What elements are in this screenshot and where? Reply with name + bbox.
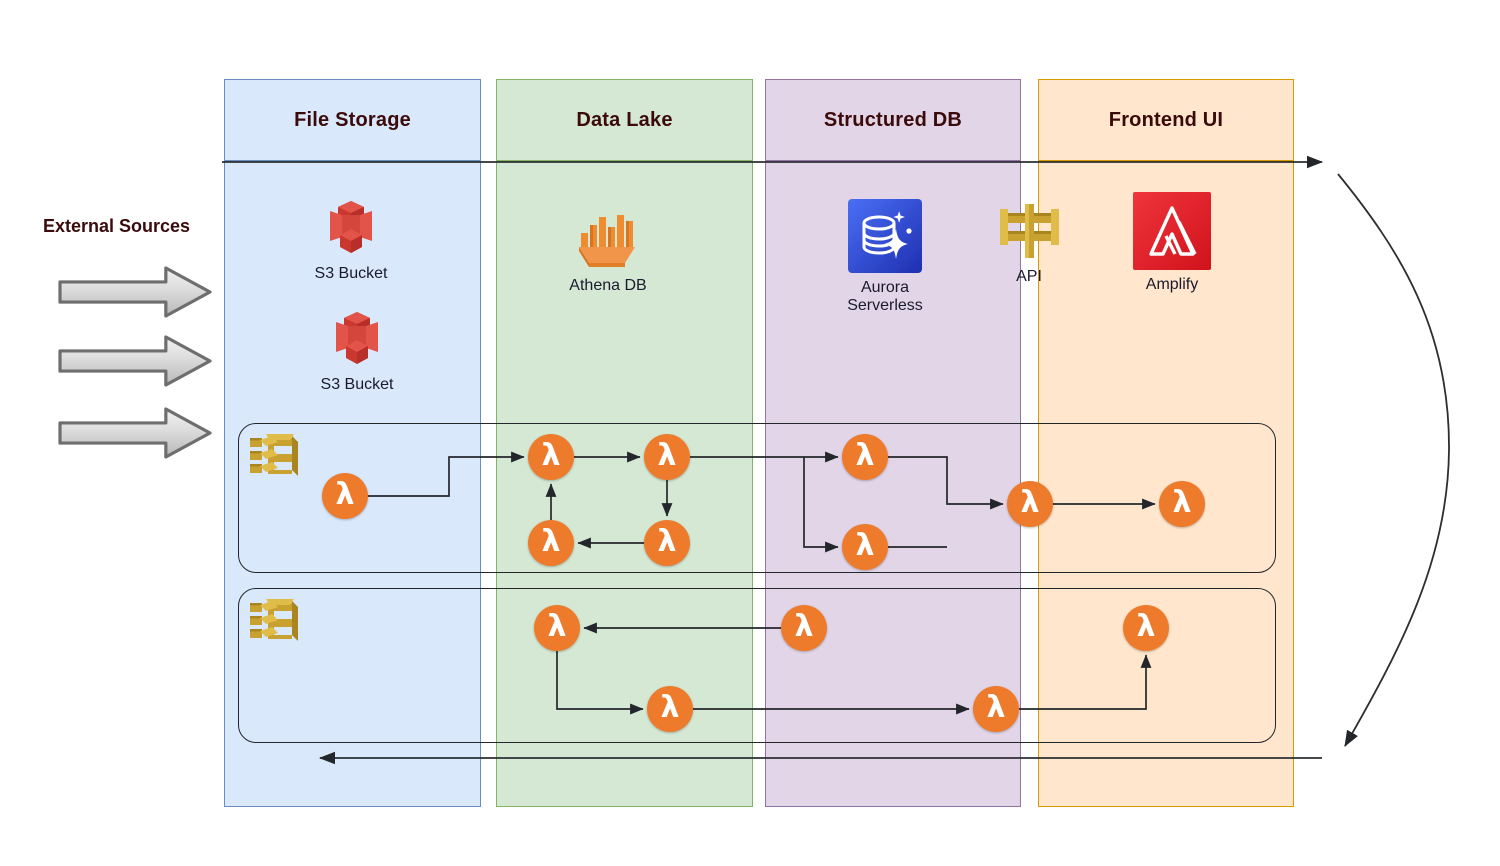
lambda-function-sfn2-lambda-query[interactable]: λ xyxy=(534,605,580,651)
lambda-function-sfn1-lambda-publish[interactable]: λ xyxy=(1159,481,1205,527)
aurora-serverless-icon xyxy=(848,199,922,278)
service-label-athena-db: Athena DB xyxy=(569,277,647,294)
external-arrow-1 xyxy=(58,266,212,318)
lambda-function-sfn1-lambda-ingest[interactable]: λ xyxy=(528,434,574,480)
step-functions-icon xyxy=(248,597,300,650)
external-arrow-2 xyxy=(58,335,212,387)
lambda-function-sfn2-lambda-join[interactable]: λ xyxy=(647,686,693,732)
step-functions-icon xyxy=(248,432,300,485)
api-gateway-icon xyxy=(998,200,1060,267)
lambda-function-sfn1-lambda-validate[interactable]: λ xyxy=(644,520,690,566)
service-label-s3-bucket-2: S3 Bucket xyxy=(320,376,394,393)
swimlane-header-structured-db: Structured DB xyxy=(765,79,1021,161)
swimlane-header-data-lake: Data Lake xyxy=(496,79,753,161)
return-curve xyxy=(1337,173,1450,747)
external-arrow-3 xyxy=(58,407,212,459)
lambda-function-sfn1-lambda-catalog[interactable]: λ xyxy=(528,520,574,566)
athena-icon xyxy=(573,209,643,276)
swimlane-title-data-lake: Data Lake xyxy=(576,108,673,131)
swimlane-title-frontend-ui: Frontend UI xyxy=(1108,108,1224,131)
step-function-group-2 xyxy=(238,588,1276,743)
lambda-function-sfn1-lambda-writeB[interactable]: λ xyxy=(842,524,888,570)
service-label-amplify: Amplify xyxy=(1145,276,1199,293)
architecture-diagram-canvas: File Storage Data Lake Structured DB Fronte… xyxy=(0,0,1500,866)
s3-bucket-icon xyxy=(326,308,388,375)
lambda-function-sfn2-lambda-render[interactable]: λ xyxy=(1123,605,1169,651)
swimlane-title-file-storage: File Storage xyxy=(294,108,411,131)
s3-bucket-icon xyxy=(320,197,382,264)
swimlane-title-structured-db: Structured DB xyxy=(823,108,963,131)
lambda-function-sfn2-lambda-persist[interactable]: λ xyxy=(973,686,1019,732)
lambda-function-sfn2-lambda-reader[interactable]: λ xyxy=(781,605,827,651)
lambda-function-sfn1-lambda-transform[interactable]: λ xyxy=(644,434,690,480)
external-sources-label: External Sources xyxy=(43,216,191,236)
lambda-function-sfn1-lambda-trigger[interactable]: λ xyxy=(322,473,368,519)
amplify-icon xyxy=(1133,192,1211,275)
lambda-function-sfn1-lambda-merge[interactable]: λ xyxy=(1007,481,1053,527)
service-label-s3-bucket-1: S3 Bucket xyxy=(314,265,388,282)
swimlane-header-file-storage: File Storage xyxy=(224,79,481,161)
step-function-group-1 xyxy=(238,423,1276,573)
lambda-function-sfn1-lambda-writeA[interactable]: λ xyxy=(842,434,888,480)
swimlane-header-frontend-ui: Frontend UI xyxy=(1038,79,1294,161)
